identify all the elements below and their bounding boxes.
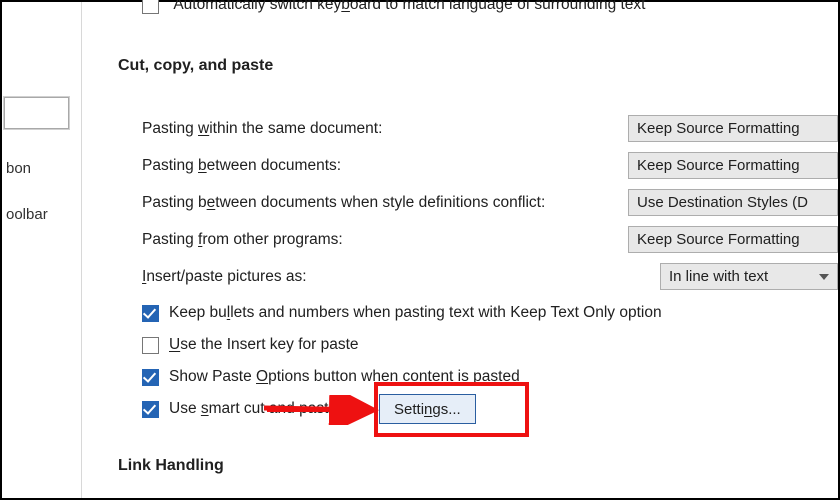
row-insert-pictures-as: Insert/paste pictures as: In line with t…	[142, 258, 838, 295]
dropdown-paste-from-programs[interactable]: Keep Source Formatting	[628, 226, 838, 253]
chevron-down-icon	[819, 274, 829, 280]
dropdown-paste-within-document[interactable]: Keep Source Formatting	[628, 115, 838, 142]
option-use-smart-cut-paste[interactable]: Use smart cut and paste i Settings...	[142, 393, 662, 425]
sidebar-selected-item[interactable]	[4, 97, 69, 129]
checkbox-icon[interactable]	[142, 337, 159, 354]
sidebar-item-customize-ribbon[interactable]: bon	[6, 160, 76, 177]
settings-button[interactable]: Settings...	[379, 394, 476, 424]
row-paste-between-documents: Pasting between documents: Keep Source F…	[142, 147, 838, 184]
row-label: Pasting between documents:	[142, 157, 628, 175]
row-paste-between-documents-conflict: Pasting between documents when style def…	[142, 184, 838, 221]
dropdown-paste-between-documents-conflict[interactable]: Use Destination Styles (D	[628, 189, 838, 216]
options-dialog-partial: bon oolbar Automatically switch keyboard…	[0, 0, 840, 500]
dropdown-value: Use Destination Styles (D	[637, 194, 808, 211]
option-label: Show Paste Options button when content i…	[169, 368, 520, 386]
checkbox-icon[interactable]	[142, 0, 159, 14]
dropdown-value: Keep Source Formatting	[637, 120, 800, 137]
sidebar-item-quick-access-toolbar[interactable]: oolbar	[6, 206, 76, 223]
row-label: Pasting within the same document:	[142, 120, 628, 138]
dropdown-value: Keep Source Formatting	[637, 231, 800, 248]
checkbox-icon[interactable]	[142, 369, 159, 386]
checkbox-icon[interactable]	[142, 305, 159, 322]
option-keep-bullets[interactable]: Keep bullets and numbers when pasting te…	[142, 297, 662, 329]
section-heading-link-handling: Link Handling	[118, 457, 224, 475]
dropdown-value: In line with text	[669, 268, 768, 285]
option-show-paste-options[interactable]: Show Paste Options button when content i…	[142, 361, 662, 393]
category-sidebar: bon oolbar	[2, 2, 82, 498]
row-paste-within-document: Pasting within the same document: Keep S…	[142, 110, 838, 147]
paste-options-grid: Pasting within the same document: Keep S…	[142, 110, 838, 295]
row-label: Pasting from other programs:	[142, 231, 628, 249]
row-paste-from-programs: Pasting from other programs: Keep Source…	[142, 221, 838, 258]
checkbox-icon[interactable]	[142, 401, 159, 418]
option-label: Use the Insert key for paste	[169, 336, 359, 354]
section-heading-cut-copy-paste: Cut, copy, and paste	[118, 57, 273, 75]
info-icon[interactable]: i	[343, 401, 359, 417]
option-label: Keep bullets and numbers when pasting te…	[169, 304, 662, 322]
options-content-pane: Automatically switch keyboard to match l…	[82, 2, 838, 498]
row-label: Pasting between documents when style def…	[142, 194, 628, 212]
option-label: Automatically switch keyboard to match l…	[173, 0, 645, 13]
dropdown-insert-pictures-as[interactable]: In line with text	[660, 263, 838, 290]
paste-checkbox-group: Keep bullets and numbers when pasting te…	[142, 297, 662, 425]
row-label: Insert/paste pictures as:	[142, 268, 660, 286]
option-use-insert-key[interactable]: Use the Insert key for paste	[142, 329, 662, 361]
dropdown-value: Keep Source Formatting	[637, 157, 800, 174]
option-auto-switch-keyboard[interactable]: Automatically switch keyboard to match l…	[142, 0, 645, 14]
option-label: Use smart cut and paste	[169, 400, 337, 418]
dropdown-paste-between-documents[interactable]: Keep Source Formatting	[628, 152, 838, 179]
